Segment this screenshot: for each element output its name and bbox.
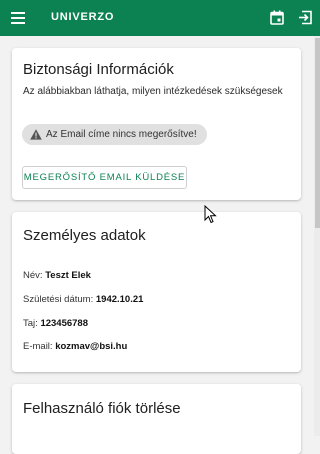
menu-icon[interactable] (11, 12, 25, 24)
name-label: Név: (23, 270, 43, 281)
personal-data-card: Személyes adatok Név: Teszt Elek Születé… (12, 212, 301, 372)
email-value: kozmav@bsi.hu (55, 341, 128, 352)
security-card-title: Biztonsági Információk (23, 61, 174, 78)
calendar-icon[interactable] (270, 10, 284, 25)
personal-card-title: Személyes adatok (23, 227, 146, 244)
birth-date-label: Születési dátum: (23, 294, 94, 305)
birth-date-row: Születési dátum: 1942.10.21 (23, 294, 143, 305)
security-card-subtitle: Az alábbiakban láthatja, milyen intézked… (23, 86, 283, 97)
birth-date-value: 1942.10.21 (95, 294, 144, 305)
security-info-card: Biztonsági Információk Az alábbiakban lá… (12, 48, 301, 200)
send-verification-email-button[interactable]: MEGERŐSÍTŐ EMAIL KÜLDÉSE (22, 166, 187, 189)
app-title: UNIVERZO (51, 11, 115, 23)
taj-label: Taj: (23, 318, 38, 329)
name-row: Név: Teszt Elek (23, 270, 91, 281)
warning-text: Az Email címe nincs megerősítve! (46, 129, 197, 140)
taj-value: 123456788 (40, 318, 88, 329)
email-label: E-mail: (23, 341, 53, 352)
delete-account-title: Felhasználó fiók törlése (23, 400, 181, 417)
delete-account-card: Felhasználó fiók törlése (12, 384, 301, 454)
scrollbar[interactable] (314, 36, 320, 436)
warning-icon (30, 129, 42, 140)
logout-icon[interactable] (298, 10, 313, 25)
mouse-cursor-icon (204, 205, 217, 224)
taj-row: Taj: 123456788 (23, 318, 88, 329)
email-row: E-mail: kozmav@bsi.hu (23, 341, 127, 352)
name-value: Teszt Elek (45, 270, 91, 281)
app-bar: UNIVERZO (0, 0, 320, 36)
scrollbar-thumb[interactable] (315, 38, 320, 228)
email-unverified-chip: Az Email címe nincs megerősítve! (22, 124, 207, 145)
